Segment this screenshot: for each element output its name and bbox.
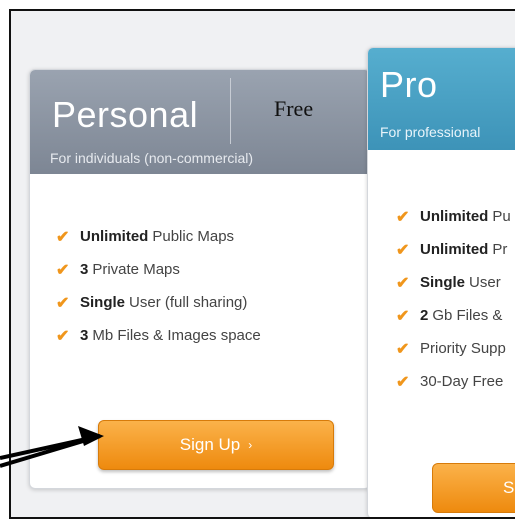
feature-highlight: Unlimited: [420, 208, 489, 225]
feature-text: Gb Files &: [432, 307, 503, 324]
feature-text: Private Maps: [92, 261, 180, 278]
feature-highlight: Unlimited: [420, 241, 489, 258]
check-icon: ✔: [396, 241, 410, 259]
feature-item: ✔ 3 Mb Files & Images space: [56, 319, 261, 352]
personal-plan-header: Personal Free For individuals (non-comme…: [30, 70, 370, 174]
feature-text: Public Maps: [152, 228, 235, 245]
feature-text: User (full sharing): [129, 294, 248, 311]
feature-item: ✔ 3 Private Maps: [56, 253, 261, 286]
pro-plan-header: Pro For professional: [368, 48, 515, 150]
plan-name: Personal: [52, 94, 199, 135]
feature-item: ✔ Unlimited Pr: [396, 233, 511, 266]
plan-price: Free: [274, 96, 314, 121]
feature-highlight: Single: [80, 294, 126, 311]
feature-text: Priority Supp: [420, 340, 506, 357]
feature-item: ✔ Unlimited Pu: [396, 200, 511, 233]
check-icon: ✔: [56, 327, 70, 345]
header-divider: [230, 78, 231, 144]
check-icon: ✔: [56, 228, 70, 246]
check-icon: ✔: [396, 340, 410, 358]
feature-item: ✔ Single User (full sharing): [56, 286, 261, 319]
signup-label: SI: [503, 478, 515, 497]
check-icon: ✔: [56, 294, 70, 312]
feature-item: ✔ 2 Gb Files &: [396, 299, 511, 332]
check-icon: ✔: [56, 261, 70, 279]
feature-item: ✔ 30-Day Free: [396, 365, 511, 398]
pro-signup-button[interactable]: SI: [432, 463, 515, 513]
feature-text: Pu: [492, 208, 511, 225]
feature-list: ✔ Unlimited Pu ✔ Unlimited Pr ✔ Single User ✔ 2…: [396, 200, 511, 398]
feature-highlight: 3: [80, 261, 89, 278]
feature-text: Pr: [492, 241, 508, 258]
feature-item: ✔ Unlimited Public Maps: [56, 220, 261, 253]
feature-highlight: Single: [420, 274, 466, 291]
feature-item: ✔ Single User: [396, 266, 511, 299]
feature-item: ✔ Priority Supp: [396, 332, 511, 365]
pricing-frame: Personal Free For individuals (non-comme…: [9, 9, 515, 519]
feature-highlight: 3: [80, 327, 89, 344]
feature-list: ✔ Unlimited Public Maps ✔ 3 Private Maps ✔ Si…: [56, 220, 261, 352]
chevron-right-icon: ›: [248, 438, 253, 452]
check-icon: ✔: [396, 208, 410, 226]
feature-highlight: Unlimited: [80, 228, 149, 245]
feature-text: 30-Day Free: [420, 373, 504, 390]
feature-highlight: 2: [420, 307, 429, 324]
signup-label: Sign Up: [179, 435, 241, 454]
check-icon: ✔: [396, 307, 410, 325]
plan-subtitle: For individuals (non-commercial): [50, 150, 254, 166]
plan-name: Pro: [380, 64, 438, 105]
pro-plan-card: Pro For professional ✔ Unlimited Pu ✔ Unlim…: [367, 47, 515, 517]
personal-signup-button[interactable]: Sign Up ›: [98, 420, 334, 470]
plan-subtitle: For professional: [380, 124, 481, 140]
personal-plan-card: Personal Free For individuals (non-comme…: [29, 69, 371, 489]
check-icon: ✔: [396, 274, 410, 292]
check-icon: ✔: [396, 373, 410, 391]
feature-text: User: [469, 274, 501, 291]
feature-text: Mb Files & Images space: [92, 327, 261, 344]
